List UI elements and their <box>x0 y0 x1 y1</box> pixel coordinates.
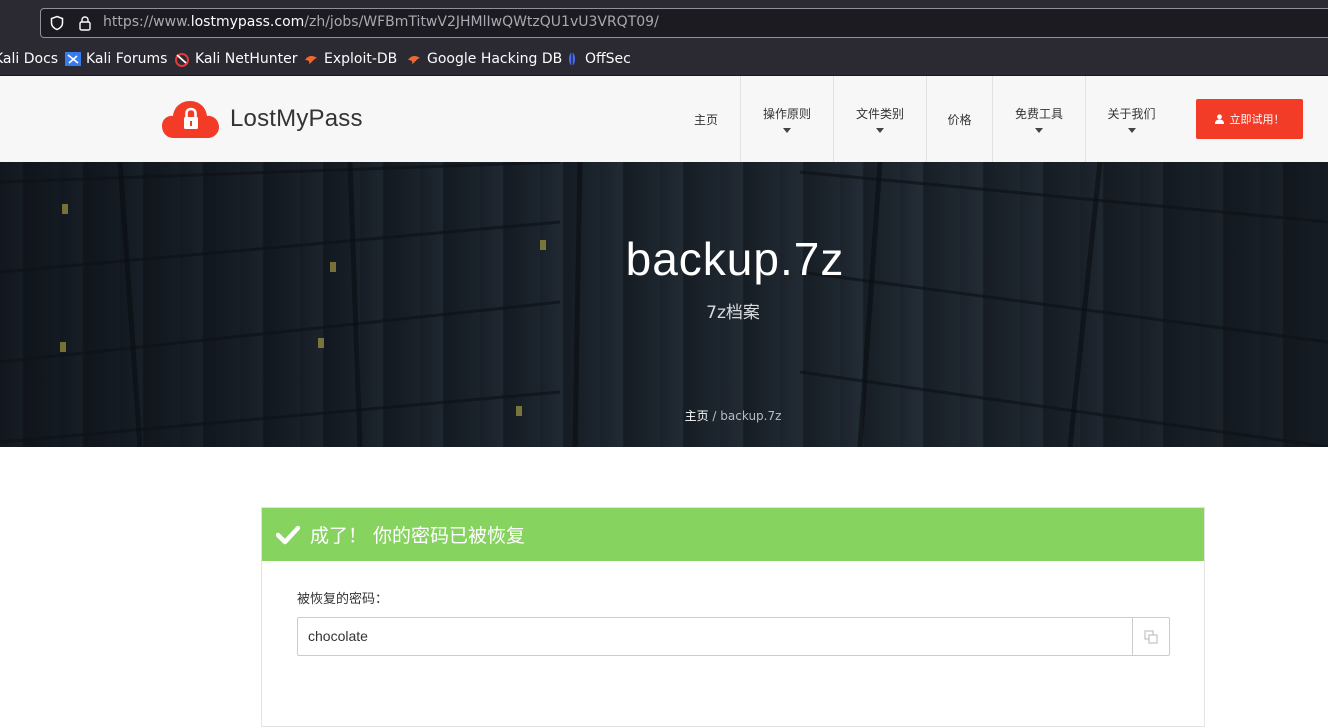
copy-button[interactable] <box>1132 618 1169 655</box>
bookmark-label: Kali Forums <box>86 51 168 67</box>
url-prefix: https://www. <box>103 14 191 30</box>
check-icon <box>276 525 300 544</box>
caret-down-icon <box>1127 128 1136 133</box>
nav-label: 价格 <box>947 112 972 127</box>
bookmark-kali-forums[interactable]: Kali Forums <box>65 50 167 68</box>
nav-about-us[interactable]: 关于我们 <box>1085 76 1177 162</box>
bookmark-offsec[interactable]: OffSec <box>564 50 631 68</box>
url-path: /zh/jobs/WFBmTitwV2JHMlIwQWtzQU1vU3VRQT0… <box>304 14 659 30</box>
copy-icon <box>1144 629 1158 644</box>
bookmark-kali-docs[interactable]: Kali Docs <box>0 50 58 68</box>
nav-label: 文件类别 <box>855 107 904 121</box>
nav-free-tools[interactable]: 免费工具 <box>992 76 1085 162</box>
breadcrumb-separator: / <box>712 409 717 423</box>
nav-how-it-works[interactable]: 操作原则 <box>740 76 833 162</box>
caret-down-icon <box>1035 128 1043 133</box>
google-hacking-db-icon <box>408 55 420 64</box>
breadcrumb-current: backup.7z <box>720 409 782 423</box>
nav-label: 操作原则 <box>762 107 811 121</box>
shield-icon[interactable] <box>49 15 65 31</box>
cloud-lock-icon <box>162 101 219 138</box>
url-domain: lostmypass.com <box>190 14 305 30</box>
bookmark-label: Kali NetHunter <box>195 51 298 67</box>
kali-nethunter-icon <box>175 53 189 67</box>
user-icon <box>1214 114 1224 124</box>
exploit-db-icon <box>305 55 317 64</box>
recovered-password-label: 被恢复的密码： <box>297 592 389 607</box>
site-logo[interactable]: LostMyPass <box>162 98 363 140</box>
kali-forums-icon <box>65 52 81 66</box>
address-bar[interactable]: https://www.lostmypass.com/zh/jobs/WFBmT… <box>40 8 1328 38</box>
bookmarks-bar: Kali Docs Kali Forums Kali NetHunter Exp… <box>0 44 1328 76</box>
result-card: 成了！ 你的密码已被恢复 被恢复的密码： chocolate <box>261 507 1205 727</box>
logo-text: LostMyPass <box>230 105 363 132</box>
nav-label: 免费工具 <box>1014 107 1063 121</box>
recovered-password-value[interactable]: chocolate <box>308 628 368 644</box>
bookmark-kali-nethunter[interactable]: Kali NetHunter <box>174 50 297 68</box>
breadcrumb-home[interactable]: 主页 <box>685 409 709 423</box>
bookmark-label: OffSec <box>585 51 631 67</box>
nav-file-types[interactable]: 文件类别 <box>833 76 926 162</box>
url-text: https://www.lostmypass.com/zh/jobs/WFBmT… <box>103 14 659 30</box>
site-header: LostMyPass 主页 操作原则 文件类别 价格 免费工具 关于我们 立即试… <box>0 76 1328 163</box>
success-message: 成了！ 你的密码已被恢复 <box>310 525 526 547</box>
breadcrumb: 主页 / backup.7z <box>0 407 1328 424</box>
try-now-button[interactable]: 立即试用！ <box>1196 99 1303 139</box>
caret-down-icon <box>783 128 791 133</box>
lock-icon[interactable] <box>77 15 93 31</box>
hero-banner: backup.7z 7z档案 主页 / backup.7z <box>0 162 1328 447</box>
hero-title: backup.7z <box>625 233 845 285</box>
caret-down-icon <box>876 128 884 133</box>
bookmark-exploit-db[interactable]: Exploit-DB <box>303 50 397 68</box>
nav-label: 关于我们 <box>1107 107 1156 121</box>
recovered-password-field[interactable]: chocolate <box>297 617 1170 656</box>
nav-home[interactable]: 主页 <box>672 76 740 162</box>
nav-label: 主页 <box>693 112 718 127</box>
bookmark-google-hacking-db[interactable]: Google Hacking DB <box>406 50 562 68</box>
bookmark-label: Google Hacking DB <box>427 51 563 67</box>
hero-subtitle: 7z档案 <box>706 303 760 323</box>
offsec-icon <box>569 52 575 66</box>
try-now-label: 立即试用！ <box>1229 113 1285 126</box>
nav-pricing[interactable]: 价格 <box>926 76 992 162</box>
main-nav: 主页 操作原则 文件类别 价格 免费工具 关于我们 <box>672 76 1177 162</box>
success-banner: 成了！ 你的密码已被恢复 <box>262 508 1204 561</box>
bookmark-label: Kali Docs <box>0 51 59 67</box>
browser-toolbar: https://www.lostmypass.com/zh/jobs/WFBmT… <box>0 0 1328 44</box>
bookmark-label: Exploit-DB <box>324 51 398 67</box>
